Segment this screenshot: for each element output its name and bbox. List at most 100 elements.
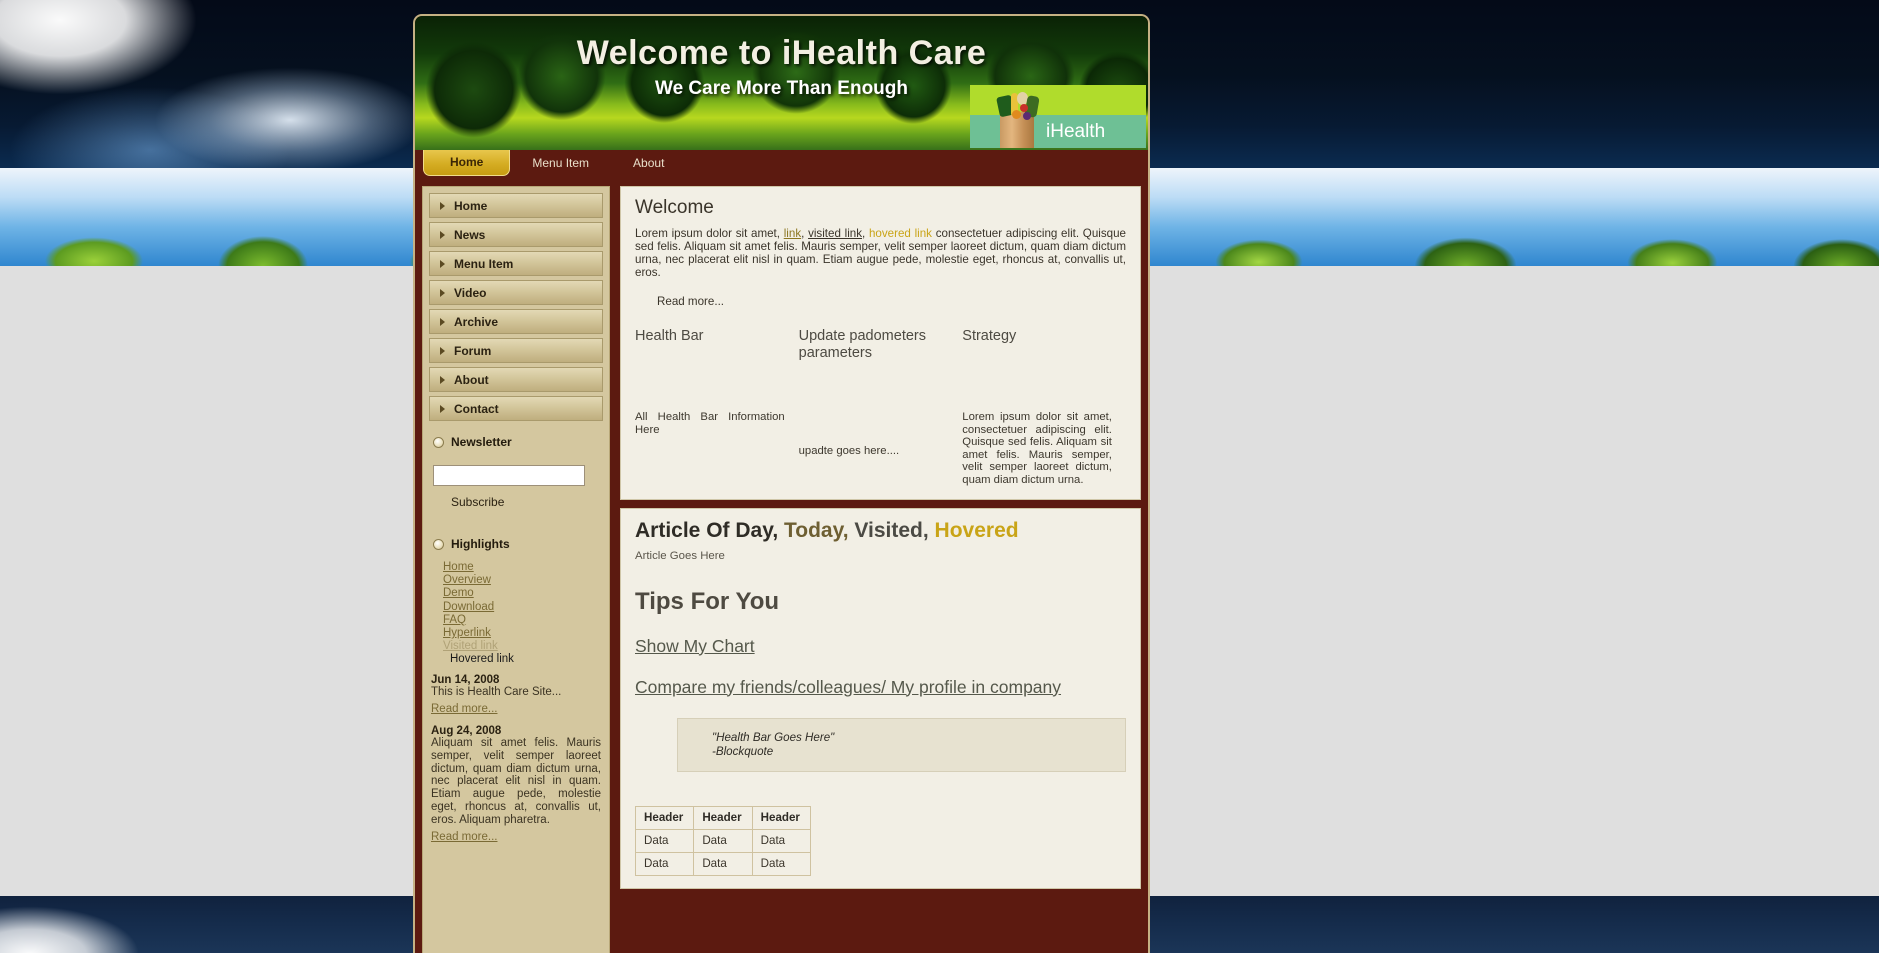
feature-column-strategy: Strategy Lorem ipsum dolor sit amet, con… xyxy=(962,328,1126,487)
chevron-right-icon xyxy=(440,231,445,239)
site-logo[interactable]: iHealth xyxy=(970,85,1146,148)
blockquote-line-1: "Health Bar Goes Here" xyxy=(712,730,835,744)
welcome-paragraph: Lorem ipsum dolor sit amet, link, visite… xyxy=(635,227,1126,279)
feature-column-padometers: Update padometers parameters upadte goes… xyxy=(799,328,963,487)
sidebar-item-label: Forum xyxy=(454,344,492,358)
table-header-cell: Header xyxy=(693,805,753,830)
feature-column-health-bar: Health Bar All Health Bar Information He… xyxy=(635,328,799,487)
feature-heading: Update padometers parameters xyxy=(798,328,926,361)
highlights-heading-label: Highlights xyxy=(451,537,510,551)
top-navigation: Home Menu Item About xyxy=(415,150,1148,178)
chevron-right-icon xyxy=(440,318,445,326)
sidebar-item-label: Archive xyxy=(454,315,499,329)
topnav-item-about[interactable]: About xyxy=(611,150,686,176)
sidebar-menu: Home News Menu Item Video Archive Forum … xyxy=(429,193,603,421)
sidebar-item-label: Video xyxy=(454,286,487,300)
table-header-cell: Header xyxy=(634,805,695,830)
inline-hovered-link[interactable]: hovered link xyxy=(869,227,932,240)
welcome-read-more-link[interactable]: Read more... xyxy=(657,295,724,308)
topnav-item-home[interactable]: Home xyxy=(423,150,511,176)
chevron-right-icon xyxy=(440,202,445,210)
article-title-hovered: Hovered xyxy=(928,518,1019,542)
chevron-right-icon xyxy=(440,405,445,413)
sidebar: Home News Menu Item Video Archive Forum … xyxy=(422,186,610,953)
highlight-link-faq[interactable]: FAQ xyxy=(443,614,603,627)
highlights-heading: Highlights xyxy=(433,537,603,551)
inline-link[interactable]: link xyxy=(784,227,801,240)
article-title-visited: Visited, xyxy=(848,518,929,542)
inline-visited-link[interactable]: visited link xyxy=(808,227,862,240)
table-cell: Data xyxy=(634,828,695,853)
grocery-bag-icon xyxy=(992,90,1042,148)
site-wrapper: Welcome to iHealth Care We Care More Tha… xyxy=(413,14,1150,953)
highlight-link-demo[interactable]: Demo xyxy=(443,587,603,600)
article-title: Article Of Day, Today, Visited, Hovered xyxy=(635,519,1126,543)
feature-heading: Strategy xyxy=(962,328,1017,344)
sidebar-item-label: News xyxy=(454,228,486,242)
chevron-right-icon xyxy=(440,376,445,384)
newsletter-heading: Newsletter xyxy=(433,435,603,449)
chevron-right-icon xyxy=(440,260,445,268)
main-content: Welcome Lorem ipsum dolor sit amet, link… xyxy=(620,186,1141,953)
tip-link-compare-profile[interactable]: Compare my friends/colleagues/ My profil… xyxy=(635,677,1126,698)
news-read-more-link[interactable]: Read more... xyxy=(431,831,497,843)
blockquote: "Health Bar Goes Here" -Blockquote xyxy=(677,717,1126,772)
chevron-right-icon xyxy=(440,347,445,355)
table-cell: Data xyxy=(693,851,753,876)
article-panel: Article Of Day, Today, Visited, Hovered … xyxy=(620,507,1141,889)
table-header-row: Header Header Header xyxy=(634,805,811,830)
sidebar-item-menu-item[interactable]: Menu Item xyxy=(429,251,603,276)
sidebar-item-label: Contact xyxy=(454,402,499,416)
table-cell: Data xyxy=(634,851,695,876)
tips-heading: Tips For You xyxy=(635,587,780,615)
table-cell: Data xyxy=(693,828,753,853)
welcome-panel: Welcome Lorem ipsum dolor sit amet, link… xyxy=(620,186,1141,500)
highlights-link-list: Home Overview Demo Download FAQ Hyperlin… xyxy=(443,561,603,666)
news-text: Aliquam sit amet felis. Mauris semper, v… xyxy=(431,736,601,826)
table-cell: Data xyxy=(751,828,811,853)
welcome-heading: Welcome xyxy=(635,197,714,218)
sidebar-item-archive[interactable]: Archive xyxy=(429,309,603,334)
sidebar-item-forum[interactable]: Forum xyxy=(429,338,603,363)
sidebar-item-label: Home xyxy=(454,199,488,213)
sidebar-item-video[interactable]: Video xyxy=(429,280,603,305)
subscribe-button[interactable]: Subscribe xyxy=(451,495,504,509)
welcome-text-1: Lorem ipsum dolor sit amet, xyxy=(635,227,784,240)
sidebar-item-label: About xyxy=(454,373,489,387)
highlight-link-download[interactable]: Download xyxy=(443,601,603,614)
sidebar-item-about[interactable]: About xyxy=(429,367,603,392)
table-row: Data Data Data xyxy=(634,851,811,876)
news-text: This is Health Care Site... xyxy=(431,686,562,699)
news-item: Jun 14, 2008 This is Health Care Site...… xyxy=(431,674,601,717)
sidebar-item-news[interactable]: News xyxy=(429,222,603,247)
feature-body: All Health Bar Information Here xyxy=(635,411,785,436)
newsletter-email-input[interactable] xyxy=(433,465,585,486)
highlight-link-hyperlink[interactable]: Hyperlink xyxy=(443,627,603,640)
chevron-right-icon xyxy=(440,289,445,297)
highlight-link-overview[interactable]: Overview xyxy=(443,574,603,587)
sidebar-item-home[interactable]: Home xyxy=(429,193,603,218)
feature-body: upadte goes here.... xyxy=(798,445,900,457)
feature-columns: Health Bar All Health Bar Information He… xyxy=(635,328,1126,487)
topnav-item-menu-item[interactable]: Menu Item xyxy=(510,150,611,176)
feature-body: Lorem ipsum dolor sit amet, consectetuer… xyxy=(962,411,1112,486)
news-item: Aug 24, 2008 Aliquam sit amet felis. Mau… xyxy=(431,725,601,845)
blockquote-line-2: -Blockquote xyxy=(712,744,774,758)
article-title-today: Today, xyxy=(778,518,849,542)
header-banner: Welcome to iHealth Care We Care More Tha… xyxy=(415,16,1148,150)
bullet-icon xyxy=(433,538,444,550)
page-title: Welcome to iHealth Care xyxy=(576,34,987,72)
table-row: Data Data Data xyxy=(634,828,811,853)
news-read-more-link[interactable]: Read more... xyxy=(431,703,497,715)
sidebar-item-contact[interactable]: Contact xyxy=(429,396,603,421)
highlight-link-home[interactable]: Home xyxy=(443,561,603,574)
highlight-link-visited[interactable]: Visited link xyxy=(443,640,603,653)
welcome-sep-2: , xyxy=(862,227,869,240)
table-cell: Data xyxy=(751,851,811,876)
feature-heading: Health Bar xyxy=(635,328,704,344)
highlight-link-hovered[interactable]: Hovered link xyxy=(443,653,603,666)
news-date: Jun 14, 2008 xyxy=(431,674,500,687)
bullet-icon xyxy=(433,436,444,448)
article-title-main: Article Of Day, xyxy=(635,518,779,542)
tip-link-show-my-chart[interactable]: Show My Chart xyxy=(635,636,1126,657)
